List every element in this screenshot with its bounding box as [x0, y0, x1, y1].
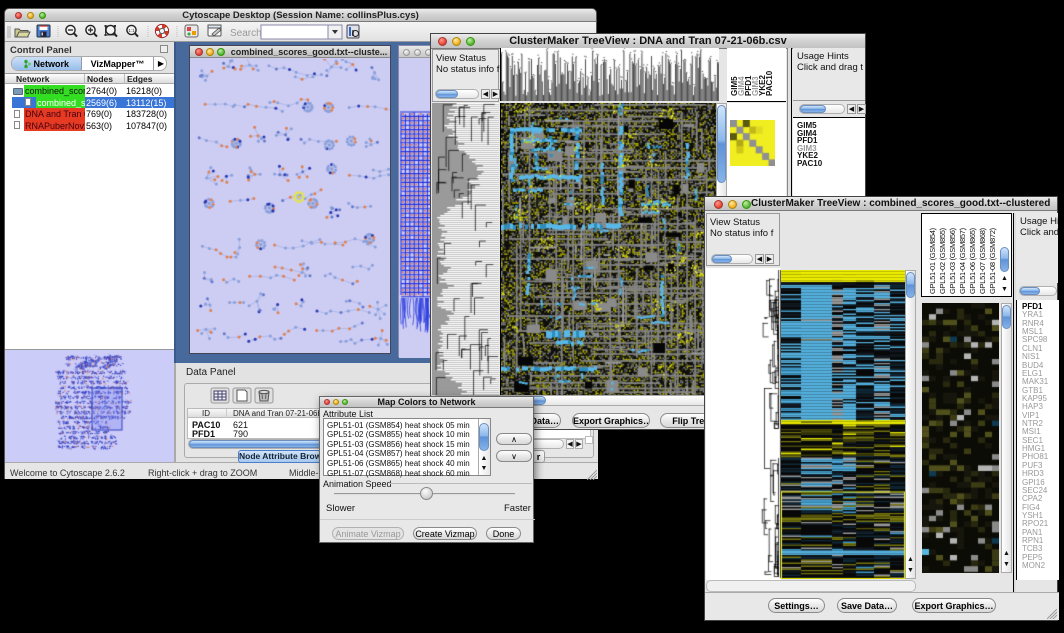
svg-text:1:1: 1:1: [128, 28, 135, 33]
svg-text:Search:: Search:: [230, 28, 264, 39]
